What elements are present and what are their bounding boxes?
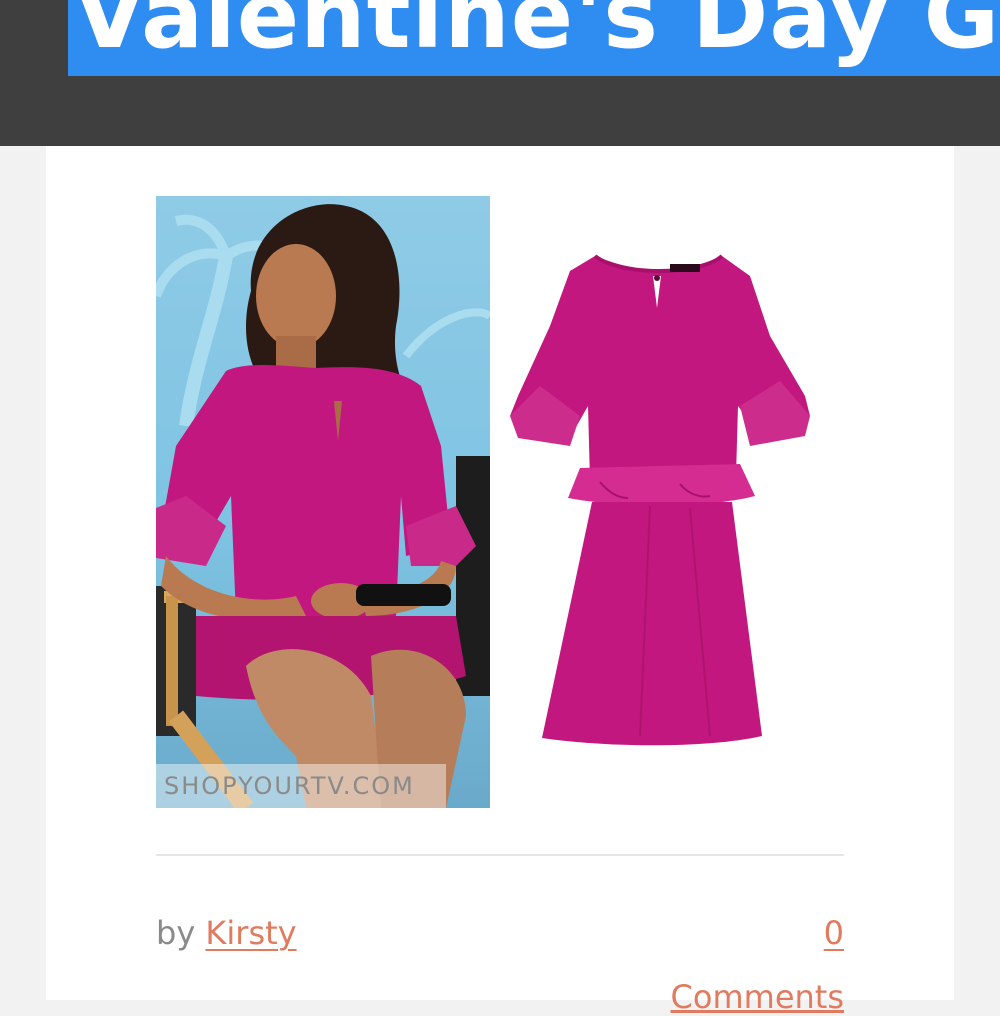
- celebrity-photo[interactable]: SHOPYOURTV.COM: [156, 196, 490, 808]
- page-title[interactable]: Valentine's Day Gi: [74, 0, 1000, 69]
- page-title-banner[interactable]: Valentine's Day Gi: [68, 0, 1000, 76]
- post-byline: by Kirsty: [156, 914, 297, 952]
- post-card: SHOPYOURTV.COM by Kirsty 0 Comments: [46, 146, 954, 1016]
- comments-label-link[interactable]: Comments: [671, 978, 844, 1016]
- site-header: Valentine's Day Gi: [0, 0, 1000, 146]
- byline-prefix: by: [156, 914, 196, 952]
- woman-in-pink-dress-illustration: [156, 204, 490, 808]
- author-link[interactable]: Kirsty: [205, 914, 296, 952]
- product-dress-image[interactable]: [510, 246, 820, 756]
- pink-peplum-dress-illustration: [510, 254, 810, 746]
- divider: [156, 854, 844, 856]
- comments-count-link[interactable]: 0: [824, 914, 844, 952]
- photo-watermark: SHOPYOURTV.COM: [156, 764, 446, 808]
